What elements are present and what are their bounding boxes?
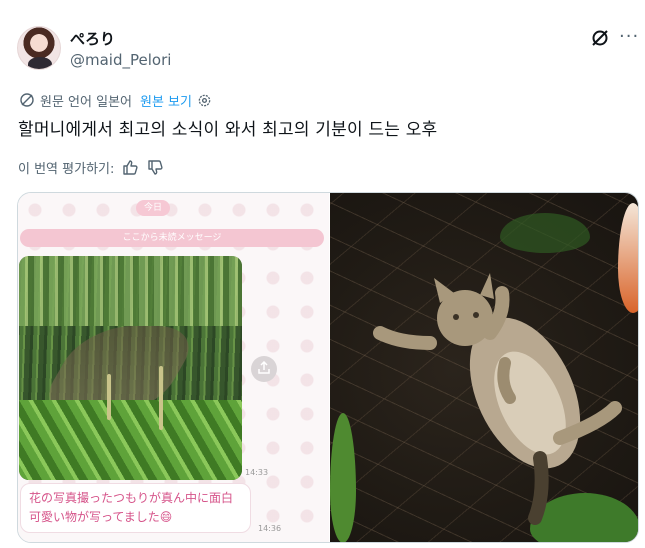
chat-date-label: 今日 (136, 200, 170, 216)
share-icon (258, 361, 270, 374)
translation-source-note: 원문 언어 일본어 (40, 94, 132, 110)
flower-stem (159, 366, 163, 430)
flower-stem (107, 374, 111, 420)
tweet-header: ぺろり @maid_Pelori ··· (17, 24, 639, 74)
more-icon[interactable]: ··· (619, 26, 639, 47)
rate-translation: 이 번역 평가하기: (18, 157, 164, 177)
share-button (251, 356, 277, 382)
thumbs-up-icon[interactable] (122, 159, 139, 176)
chat-text-message: 花の写真撮ったつもりが真ん中に面白可愛い物が写ってました😄 (20, 483, 251, 533)
cat-photo-image[interactable] (330, 193, 638, 542)
avatar[interactable] (17, 26, 61, 70)
author-handle[interactable]: @maid_Pelori (70, 51, 171, 69)
grok-icon[interactable] (590, 28, 610, 48)
thumbs-down-icon[interactable] (147, 159, 164, 176)
tweet-text: 할머니에게서 최고의 소식이 와서 최고의 기분이 드는 오후 (18, 120, 438, 140)
chat-message-time: 14:36 (258, 524, 282, 533)
chat-photo-message (19, 256, 242, 480)
translate-icon (20, 93, 34, 107)
forest-canopy (19, 256, 242, 326)
foreground-leaves (19, 400, 242, 480)
chat-screenshot-image[interactable]: 今日 ここから未読メッセージ 14:33 花の写真撮ったつもりが真ん中に面白可愛… (18, 193, 329, 542)
translation-notice: 원문 언어 일본어 원본 보기 (19, 91, 212, 110)
rate-translation-label: 이 번역 평가하기: (18, 161, 115, 177)
media-container[interactable]: 今日 ここから未読メッセージ 14:33 花の写真撮ったつもりが真ん中に面白可愛… (17, 192, 639, 543)
cat (373, 273, 622, 525)
chat-photo-time: 14:33 (245, 468, 269, 477)
chat-unread-divider: ここから未読メッセージ (20, 229, 324, 247)
author-display-name[interactable]: ぺろり (70, 28, 115, 49)
show-original-link[interactable]: 원본 보기 (140, 91, 192, 110)
gear-icon[interactable] (197, 93, 212, 108)
